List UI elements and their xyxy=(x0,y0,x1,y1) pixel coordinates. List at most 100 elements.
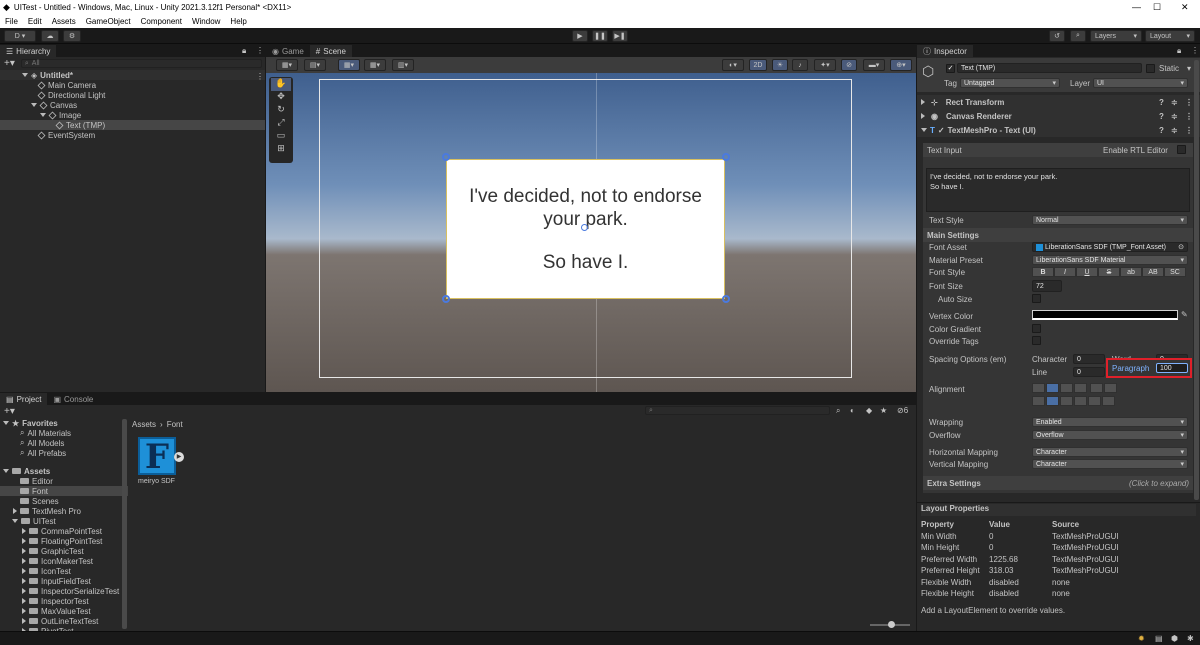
static-dropdown-icon[interactable]: ▾ xyxy=(1187,64,1191,73)
grid-dropdown[interactable]: ▦▾ xyxy=(338,59,360,71)
font-style-smallcaps-button[interactable]: SC xyxy=(1164,267,1186,277)
camera-dropdown[interactable]: ▬▾ xyxy=(863,59,885,71)
expand-icon[interactable] xyxy=(22,558,26,564)
label-icon[interactable]: ◆ xyxy=(866,406,872,415)
asset-folder[interactable]: InputFieldTest xyxy=(0,576,128,586)
help-icon[interactable]: ? xyxy=(1159,112,1164,121)
asset-folder[interactable]: IconMakerTest xyxy=(0,556,128,566)
menu-file[interactable]: File xyxy=(5,17,18,26)
align-capline-button[interactable] xyxy=(1102,396,1115,406)
rect-tool-icon[interactable]: ▭ xyxy=(271,130,291,143)
hierarchy-item-image[interactable]: Image xyxy=(0,110,265,120)
menu-component[interactable]: Component xyxy=(141,17,182,26)
layer-dropdown[interactable]: UI xyxy=(1093,78,1188,88)
inspector-scrollbar[interactable] xyxy=(1194,60,1199,500)
expand-icon[interactable] xyxy=(22,568,26,574)
tab-game[interactable]: ◉ Game xyxy=(266,45,310,57)
expand-icon[interactable] xyxy=(22,608,26,614)
font-style-underline-button[interactable]: U xyxy=(1076,267,1098,277)
align-left-button[interactable] xyxy=(1032,383,1045,393)
draw-mode-dropdown[interactable]: ▦▾ xyxy=(276,59,298,71)
more-icon[interactable]: ⋮ xyxy=(1185,126,1193,135)
align-middle-button[interactable] xyxy=(1046,396,1059,406)
active-checkbox[interactable]: ✓ xyxy=(946,64,955,73)
rect-handle-bl[interactable] xyxy=(442,295,450,303)
lightbulb-icon[interactable]: ✹ xyxy=(1138,634,1145,643)
menu-window[interactable]: Window xyxy=(192,17,220,26)
hierarchy-search-input[interactable]: ⌕ All xyxy=(20,59,262,68)
auto-size-checkbox[interactable] xyxy=(1032,294,1041,303)
expand-icon[interactable] xyxy=(22,548,26,554)
paragraph-input[interactable]: 100 xyxy=(1156,363,1188,373)
font-style-upper-button[interactable]: AB xyxy=(1142,267,1164,277)
material-preset-dropdown[interactable]: LiberationSans SDF Material xyxy=(1032,255,1188,265)
enabled-check-icon[interactable]: ✓ xyxy=(938,126,945,135)
lock-icon[interactable]: 🔒︎ xyxy=(1177,46,1181,56)
menu-assets[interactable]: Assets xyxy=(52,17,76,26)
zoom-slider[interactable] xyxy=(870,621,910,628)
font-size-input[interactable]: 72 xyxy=(1032,280,1062,292)
preset-icon[interactable]: ≑ xyxy=(1171,126,1178,135)
hierarchy-item-text-tmp[interactable]: Text (TMP) xyxy=(0,120,265,130)
cloud-icon[interactable]: ☁ xyxy=(41,30,59,42)
history-icon[interactable]: ↺ xyxy=(1049,30,1065,42)
asset-tile[interactable]: F ▶ meiryo SDF xyxy=(138,437,184,487)
rect-handle-tr[interactable] xyxy=(722,153,730,161)
2d-toggle[interactable]: 2D xyxy=(749,59,767,71)
hierarchy-item-canvas[interactable]: Canvas xyxy=(0,100,265,110)
align-justified-button[interactable] xyxy=(1074,383,1087,393)
help-icon[interactable]: ? xyxy=(1159,98,1164,107)
pivot-icon[interactable] xyxy=(581,224,588,231)
search-icon[interactable]: ⌕ xyxy=(1070,30,1086,42)
align-baseline-button[interactable] xyxy=(1074,396,1087,406)
asset-folder[interactable]: GraphicTest xyxy=(0,546,128,556)
asset-folder[interactable]: UITest xyxy=(0,516,128,526)
expand-icon[interactable] xyxy=(22,538,26,544)
object-name-input[interactable]: Text (TMP) xyxy=(957,63,1142,73)
effects-dropdown[interactable]: ✦▾ xyxy=(814,59,836,71)
collab-icon[interactable]: ⚙ xyxy=(63,30,81,42)
ruler-dropdown[interactable]: ▥▾ xyxy=(392,59,414,71)
cache-icon[interactable]: ▤ xyxy=(1155,634,1163,643)
font-style-strike-button[interactable]: S xyxy=(1098,267,1120,277)
align-right-button[interactable] xyxy=(1060,383,1073,393)
favorite-item[interactable]: ⌕ All Models xyxy=(0,438,128,448)
expand-icon[interactable] xyxy=(31,103,37,107)
expand-icon[interactable] xyxy=(22,528,26,534)
close-icon[interactable]: ✕ xyxy=(1181,2,1189,13)
expand-icon[interactable] xyxy=(3,421,9,425)
snap-dropdown[interactable]: ▦▾ xyxy=(364,59,386,71)
expand-icon[interactable] xyxy=(22,73,28,77)
filter-type-icon[interactable]: ◐ xyxy=(850,406,855,415)
component-canvas-renderer[interactable]: ◉ Canvas Renderer ? ≑ ⋮ xyxy=(917,109,1200,123)
asset-folder[interactable]: InspectorTest xyxy=(0,596,128,606)
align-flush-button[interactable] xyxy=(1090,383,1103,393)
preset-icon[interactable]: ≑ xyxy=(1171,98,1178,107)
asset-folder[interactable]: TextMesh Pro xyxy=(0,506,128,516)
menu-edit[interactable]: Edit xyxy=(28,17,42,26)
scale-tool-icon[interactable]: ⤢ xyxy=(271,117,291,130)
tag-dropdown[interactable]: Untagged xyxy=(960,78,1060,88)
wrapping-dropdown[interactable]: Enabled xyxy=(1032,417,1188,427)
asset-folder[interactable]: FloatingPointTest xyxy=(0,536,128,546)
align-midline-button[interactable] xyxy=(1088,396,1101,406)
more-icon[interactable]: ⋮ xyxy=(1191,46,1199,55)
more-icon[interactable]: ⋮ xyxy=(1185,112,1193,121)
static-checkbox[interactable] xyxy=(1146,64,1155,73)
tab-console[interactable]: ▣ Console xyxy=(47,393,100,405)
text-style-dropdown[interactable]: Normal xyxy=(1032,215,1188,225)
hidden-count-icon[interactable]: ⊘6 xyxy=(897,406,908,415)
project-search-input[interactable]: ⌕ xyxy=(645,406,830,415)
audio-icon[interactable]: ♪ xyxy=(792,59,808,71)
search-by-type-icon[interactable]: ⌕ xyxy=(836,406,840,416)
play-preview-icon[interactable]: ▶ xyxy=(174,452,184,462)
minimize-icon[interactable]: — xyxy=(1132,2,1141,12)
favorite-item[interactable]: ⌕ All Prefabs xyxy=(0,448,128,458)
lighting-icon[interactable]: ☀ xyxy=(772,59,788,71)
help-icon[interactable]: ? xyxy=(1159,126,1164,135)
align-geometry-button[interactable] xyxy=(1104,383,1117,393)
expand-icon[interactable] xyxy=(3,469,9,473)
preset-icon[interactable]: ≑ xyxy=(1171,112,1178,121)
move-tool-icon[interactable]: ✥ xyxy=(271,91,291,104)
lock-icon[interactable]: 🔒︎ xyxy=(242,46,246,56)
